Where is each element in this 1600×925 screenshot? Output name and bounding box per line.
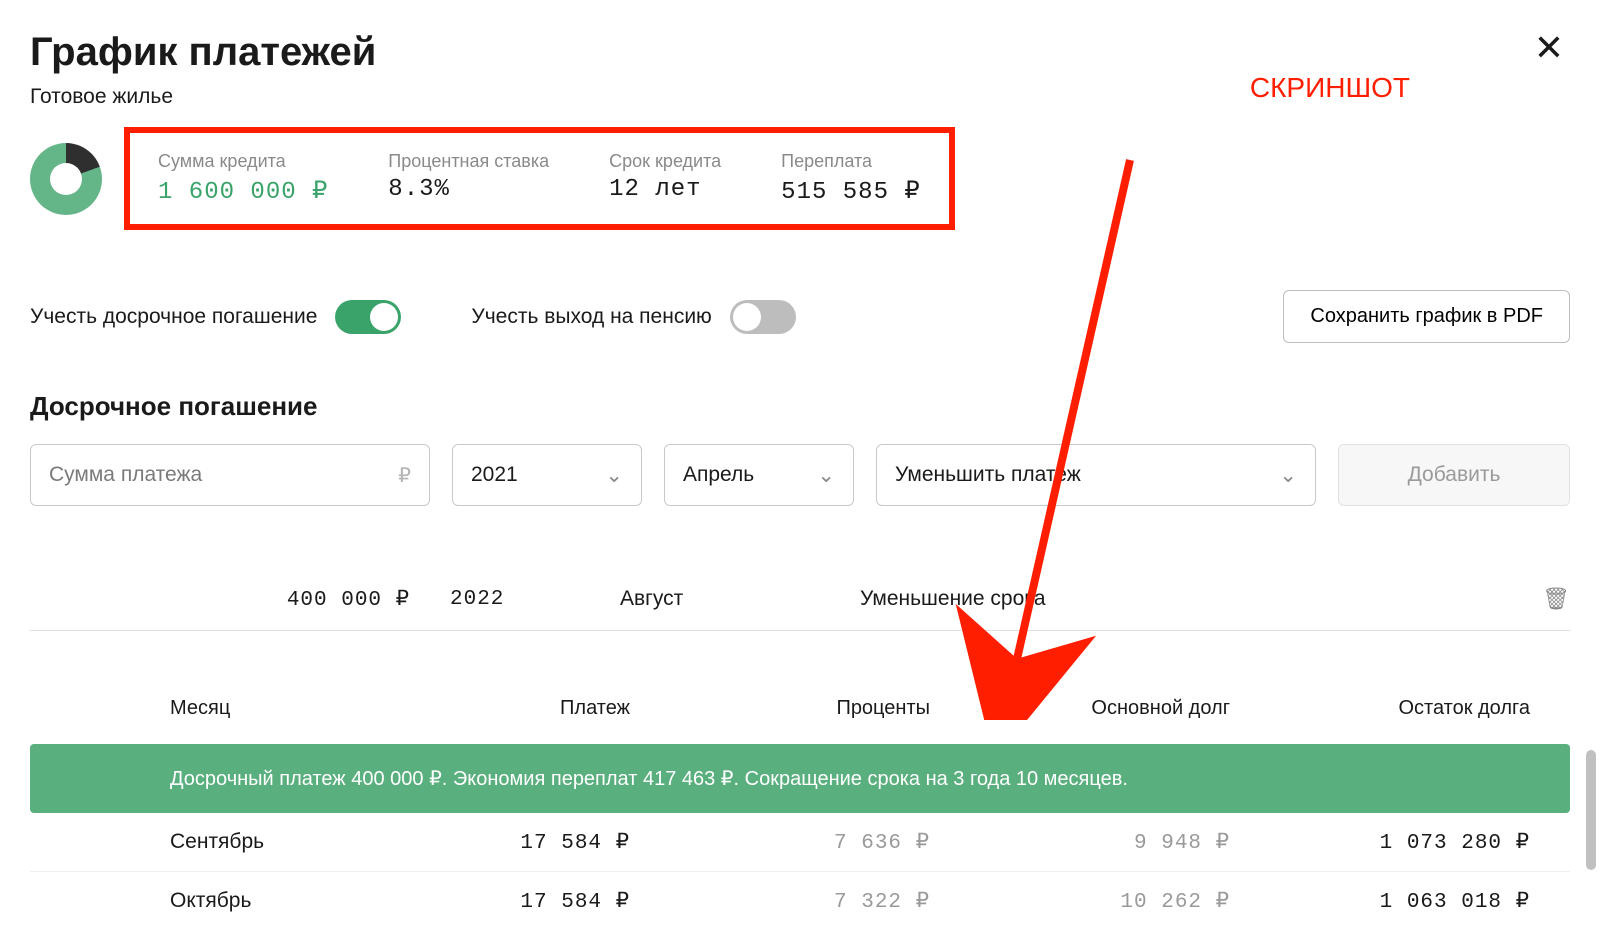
- mode-select[interactable]: Уменьшить платеж ⌄: [876, 444, 1316, 506]
- cell-month: Октябрь: [30, 889, 430, 913]
- annotation-label: СКРИНШОТ: [1250, 72, 1410, 104]
- scrollbar[interactable]: [1586, 750, 1596, 870]
- existing-month: Август: [620, 587, 860, 611]
- summary-box: Сумма кредита 1 600 000 ₽ Процентная ста…: [124, 127, 955, 230]
- cell-payment: 17 584 ₽: [430, 829, 670, 855]
- cell-payment: 17 584 ₽: [430, 888, 670, 914]
- early-section-title: Досрочное погашение: [30, 391, 1570, 422]
- table-row: Сентябрь 17 584 ₽ 7 636 ₽ 9 948 ₽ 1 073 …: [30, 813, 1570, 872]
- month-select[interactable]: Апрель ⌄: [664, 444, 854, 506]
- term-value: 12 лет: [609, 176, 721, 203]
- early-repay-toggle-label: Учесть досрочное погашение: [30, 305, 317, 329]
- early-repay-toggle[interactable]: [335, 300, 401, 334]
- year-select-value: 2021: [471, 463, 518, 487]
- cell-principal: 9 948 ₽: [970, 829, 1270, 855]
- existing-amount: 400 000 ₽: [30, 586, 450, 612]
- th-principal: Основной долг: [970, 697, 1270, 720]
- term-label: Срок кредита: [609, 151, 721, 172]
- mode-select-value: Уменьшить платеж: [895, 463, 1081, 487]
- cell-balance: 1 063 018 ₽: [1270, 888, 1570, 914]
- th-month: Месяц: [30, 697, 430, 720]
- year-select[interactable]: 2021 ⌄: [452, 444, 642, 506]
- payment-amount-input[interactable]: Сумма платежа ₽: [30, 444, 430, 506]
- th-interest: Проценты: [670, 697, 970, 720]
- table-row: Октябрь 17 584 ₽ 7 322 ₽ 10 262 ₽ 1 063 …: [30, 872, 1570, 925]
- amount-value: 1 600 000 ₽: [158, 176, 328, 206]
- close-icon[interactable]: ✕: [1528, 30, 1570, 66]
- th-balance: Остаток долга: [1270, 697, 1570, 720]
- trash-icon[interactable]: 🗑: [1520, 586, 1570, 612]
- amount-label: Сумма кредита: [158, 151, 328, 172]
- pension-toggle[interactable]: [730, 300, 796, 334]
- page-title: График платежей: [30, 30, 376, 75]
- divider: [30, 630, 1570, 631]
- chevron-down-icon: ⌄: [605, 463, 623, 488]
- payments-table: Месяц Платеж Проценты Основной долг Оста…: [30, 681, 1570, 925]
- prepayment-banner: Досрочный платеж 400 000 ₽. Экономия пер…: [30, 744, 1570, 813]
- existing-prepayment-row: 400 000 ₽ 2022 Август Уменьшение срока 🗑: [30, 586, 1570, 612]
- chevron-down-icon: ⌄: [817, 463, 835, 488]
- annotation-arrow-icon: [910, 150, 1170, 720]
- chevron-down-icon: ⌄: [1279, 463, 1297, 488]
- month-select-value: Апрель: [683, 463, 754, 487]
- existing-year: 2022: [450, 588, 620, 611]
- rate-label: Процентная ставка: [388, 151, 549, 172]
- overpay-value: 515 585 ₽: [781, 176, 921, 206]
- add-button[interactable]: Добавить: [1338, 444, 1570, 506]
- cell-interest: 7 636 ₽: [670, 829, 970, 855]
- cell-balance: 1 073 280 ₽: [1270, 829, 1570, 855]
- rate-value: 8.3%: [388, 176, 549, 203]
- save-pdf-button[interactable]: Сохранить график в PDF: [1283, 290, 1570, 343]
- overpay-label: Переплата: [781, 151, 921, 172]
- cell-month: Сентябрь: [30, 830, 430, 854]
- donut-chart-icon: [30, 143, 102, 215]
- cell-principal: 10 262 ₽: [970, 888, 1270, 914]
- pension-toggle-label: Учесть выход на пенсию: [471, 305, 711, 329]
- th-payment: Платеж: [430, 697, 670, 720]
- existing-mode: Уменьшение срока: [860, 587, 1380, 611]
- ruble-icon: ₽: [398, 463, 411, 488]
- payment-amount-placeholder: Сумма платежа: [49, 463, 202, 487]
- cell-interest: 7 322 ₽: [670, 888, 970, 914]
